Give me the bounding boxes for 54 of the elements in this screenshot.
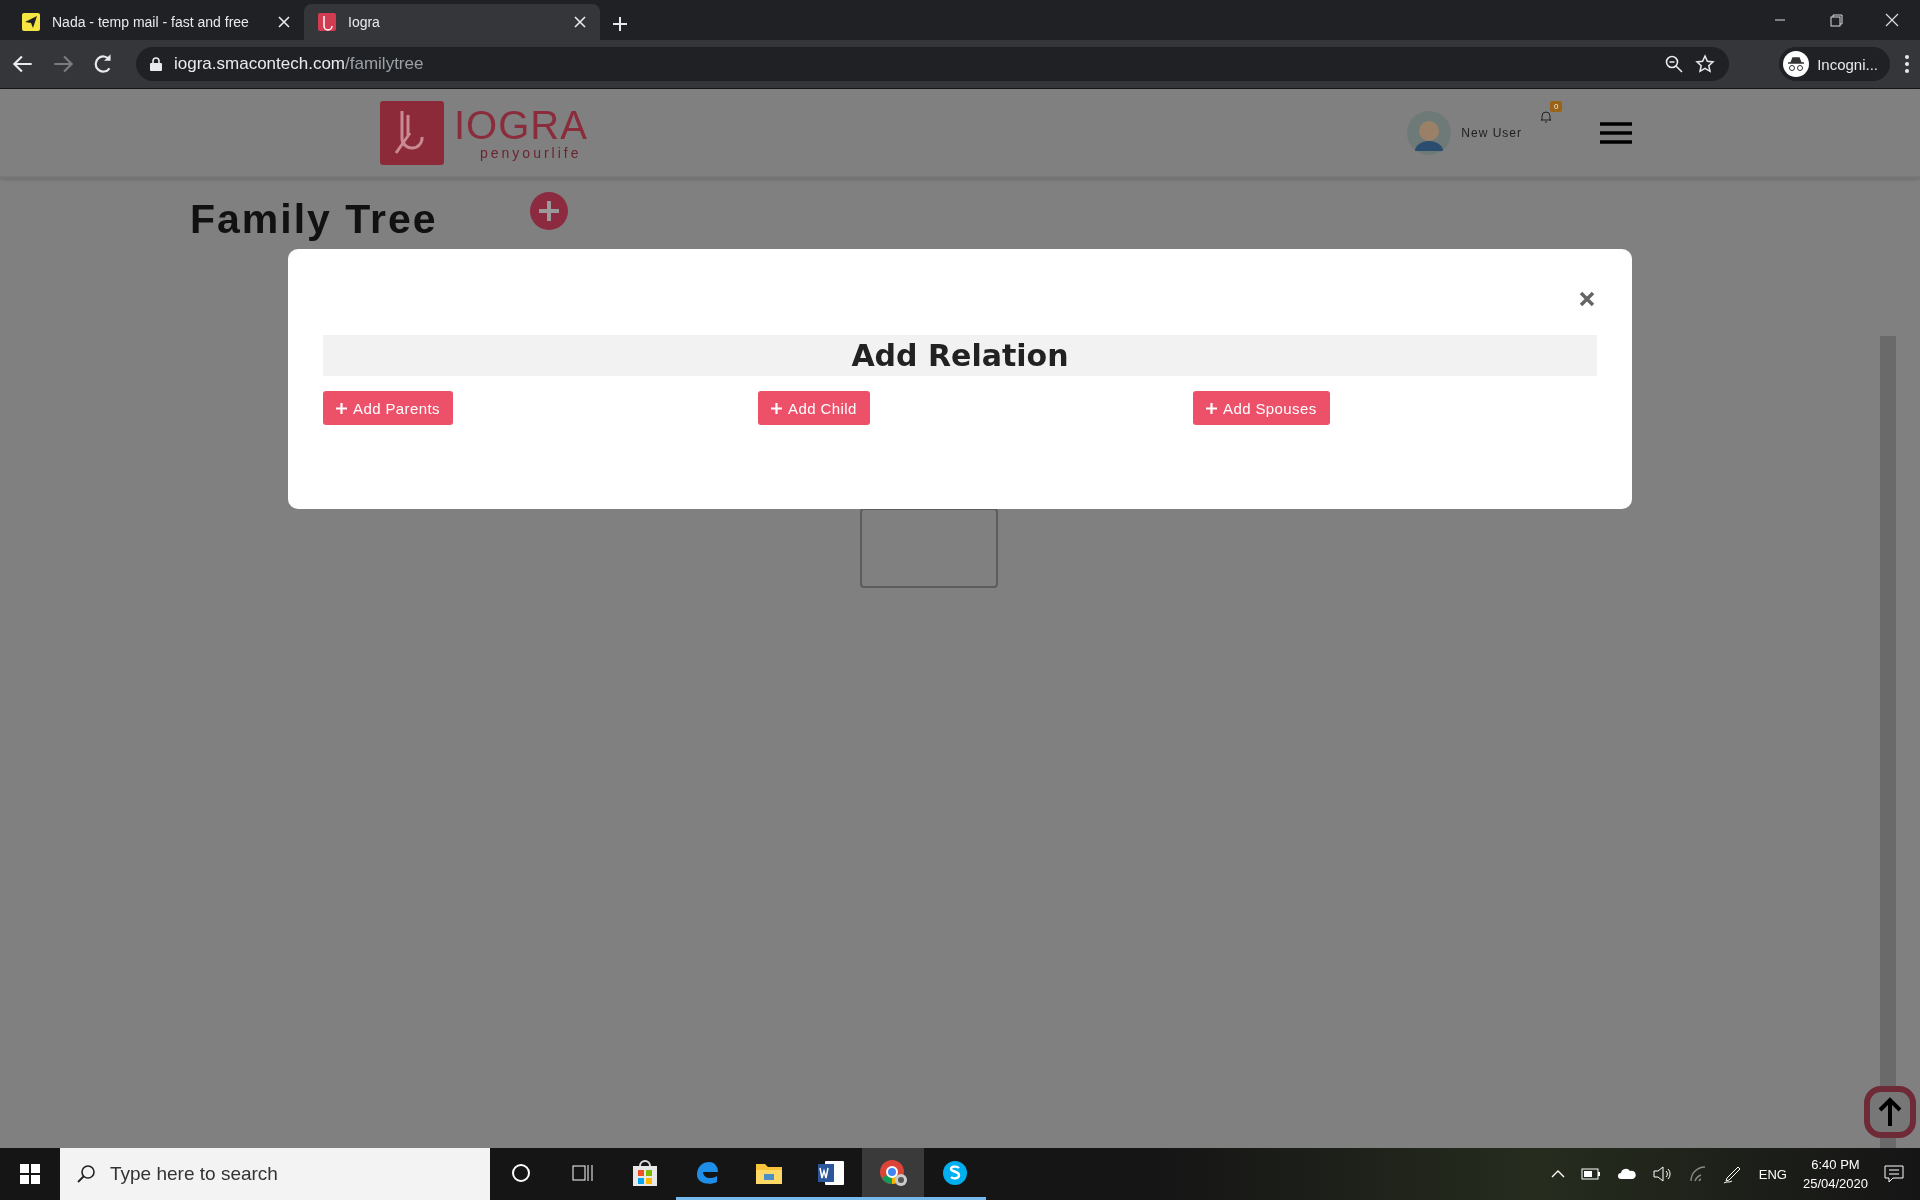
store-bag-icon <box>631 1159 659 1186</box>
word-document-icon <box>817 1159 845 1186</box>
close-icon[interactable] <box>278 16 290 28</box>
taskbar-search-field[interactable]: Type here to search <box>60 1148 490 1200</box>
paper-plane-icon <box>22 13 40 31</box>
logo-name: IOGRA <box>454 104 588 145</box>
close-button[interactable] <box>1579 291 1595 307</box>
cortana-circle-icon[interactable] <box>511 1162 531 1183</box>
add-relation-button[interactable]: Add Spouses <box>1193 391 1330 425</box>
user-name[interactable]: New User <box>1461 125 1522 140</box>
plus-icon <box>771 402 782 414</box>
notification-center-icon[interactable] <box>1884 1165 1904 1183</box>
plus-icon <box>1206 402 1217 414</box>
address-bar[interactable]: iogra.smacontech.com/familytree <box>136 47 1730 81</box>
browser-tab[interactable]: Nada - temp mail - fast and free <box>8 4 304 40</box>
clock-date[interactable]: 25/04/2020 <box>1802 1176 1868 1191</box>
scrollbar[interactable] <box>1880 336 1896 1148</box>
add-relation-button[interactable]: Add Child <box>758 391 870 425</box>
modal-title: Add Relation <box>323 335 1597 376</box>
speaker-icon[interactable] <box>1652 1166 1673 1182</box>
chrome-browser-icon <box>878 1157 908 1188</box>
star-icon[interactable] <box>1695 54 1716 74</box>
skype-icon <box>942 1159 968 1186</box>
language-indicator[interactable]: ENG <box>1758 1166 1787 1182</box>
add-relation-button[interactable]: Add Parents <box>323 391 453 425</box>
plus-icon <box>336 402 347 414</box>
windows-start-icon[interactable] <box>20 1164 40 1184</box>
chevron-up-icon[interactable] <box>1550 1170 1565 1178</box>
browser-tab[interactable]: Iogra <box>304 4 600 40</box>
profile-button[interactable]: Incogni... <box>1779 47 1890 81</box>
site-logo-icon <box>318 13 336 31</box>
logo-mark-icon <box>380 100 444 165</box>
zoom-icon[interactable] <box>1665 55 1684 73</box>
new-tab-icon[interactable] <box>612 16 628 32</box>
scroll-to-top-icon[interactable] <box>1864 1086 1916 1138</box>
battery-icon[interactable] <box>1580 1168 1601 1180</box>
menu-icon[interactable] <box>1600 120 1632 145</box>
logo-tagline: penyourlife <box>480 144 583 161</box>
menu-dots-icon[interactable] <box>1904 54 1910 74</box>
close-icon[interactable] <box>574 16 586 28</box>
bell-icon[interactable] <box>1540 109 1552 123</box>
url-text: iogra.smacontech.com/familytree <box>174 54 425 74</box>
clock-time[interactable]: 6:40 PM <box>1811 1157 1860 1172</box>
add-icon[interactable] <box>529 192 568 230</box>
task-view-icon[interactable] <box>572 1162 594 1183</box>
taskbar-app[interactable] <box>862 1148 924 1200</box>
incognito-icon <box>1783 51 1810 77</box>
page-title: Family Tree <box>190 196 438 243</box>
lock-icon <box>150 57 162 71</box>
cloud-icon[interactable] <box>1616 1168 1637 1180</box>
pen-icon[interactable] <box>1722 1164 1743 1184</box>
notification-badge: 0 <box>1550 100 1563 112</box>
wifi-icon[interactable] <box>1688 1166 1707 1182</box>
close-icon <box>1579 291 1595 307</box>
